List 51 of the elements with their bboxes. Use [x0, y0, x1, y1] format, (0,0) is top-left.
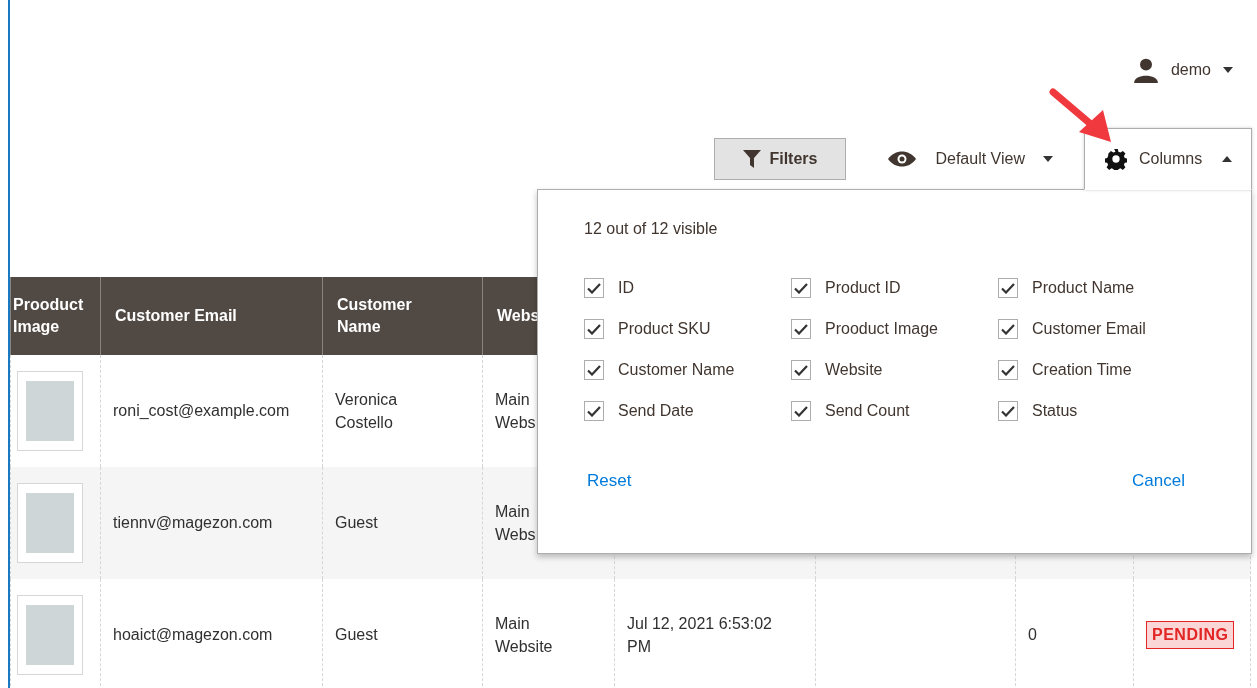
column-checkbox[interactable]: Prooduct Image: [791, 319, 998, 339]
column-checkbox[interactable]: Product Name: [998, 278, 1205, 298]
table-cell: Jul 12, 2021 6:53:02 PM: [627, 614, 772, 655]
table-cell: Main Webs: [495, 502, 536, 543]
checkbox[interactable]: [998, 319, 1018, 339]
filter-icon: [743, 150, 762, 168]
reset-link[interactable]: Reset: [587, 471, 632, 491]
visible-count: 12 out of 12 visible: [584, 220, 719, 238]
settings-icon: [1105, 148, 1127, 170]
checkbox[interactable]: [584, 319, 604, 339]
table-cell: roni_cost@example.com: [113, 402, 290, 420]
column-checkbox[interactable]: Website: [791, 360, 998, 380]
column-checkbox[interactable]: Send Count: [791, 401, 998, 421]
column-checkbox[interactable]: Send Date: [584, 401, 791, 421]
arrow-annotation: [1049, 88, 1113, 144]
user-icon: [1132, 57, 1159, 83]
checkbox[interactable]: [998, 401, 1018, 421]
checkbox[interactable]: [791, 401, 811, 421]
table-cell: Guest: [335, 626, 378, 644]
table-cell: Main Webs: [495, 390, 536, 431]
table-cell: Veronica Costello: [335, 390, 398, 431]
caret-icon: [1222, 156, 1233, 162]
table-cell: Main Website: [495, 614, 553, 655]
caret-icon: [1223, 67, 1233, 73]
table-cell: 0: [1028, 626, 1037, 644]
checkbox[interactable]: [791, 278, 811, 298]
checkbox[interactable]: [584, 278, 604, 298]
checkbox[interactable]: [791, 319, 811, 339]
status-badge: PENDING: [1146, 621, 1235, 649]
caret-icon: [1043, 156, 1053, 162]
user-menu[interactable]: demo: [1132, 57, 1233, 83]
table-cell: tiennv@magezon.com: [113, 514, 273, 532]
table-cell: hoaict@magezon.com: [113, 626, 273, 644]
column-header: Customer Name: [322, 277, 483, 355]
column-header: Prooduct Image: [10, 277, 101, 355]
checkbox[interactable]: [584, 401, 604, 421]
column-checkbox[interactable]: Customer Name: [584, 360, 791, 380]
cancel-link[interactable]: Cancel: [1132, 471, 1185, 491]
checkbox[interactable]: [998, 360, 1018, 380]
column-header: Customer Email: [100, 277, 323, 355]
checkbox[interactable]: [791, 360, 811, 380]
column-checkbox[interactable]: Customer Email: [998, 319, 1205, 339]
column-checkbox[interactable]: Status: [998, 401, 1205, 421]
columns-button[interactable]: Columns: [1084, 128, 1252, 190]
eye-icon: [887, 151, 918, 167]
checkbox[interactable]: [584, 360, 604, 380]
column-checkbox[interactable]: Creation Time: [998, 360, 1205, 380]
checkbox[interactable]: [998, 278, 1018, 298]
column-checkbox[interactable]: Product ID: [791, 278, 998, 298]
table-cell: Guest: [335, 514, 378, 532]
filters-button[interactable]: Filters: [714, 138, 847, 180]
